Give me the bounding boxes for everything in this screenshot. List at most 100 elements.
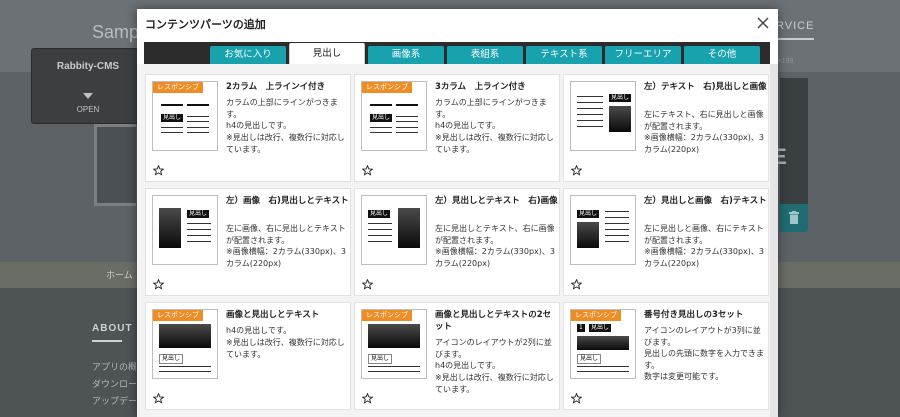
part-title: 3カラム 上ライン付き [435, 82, 526, 92]
part-thumbnail: レスポンシブ 1 見出し 見出し [570, 309, 636, 379]
part-card-2col-top-line[interactable]: レスポンシブ 見出し 2カラム 上ラインイ付き カラムの上部にラインがつきます。… [145, 74, 351, 182]
tab-favorites[interactable]: お気に入り [210, 46, 286, 64]
nav-item-service: RVICE [776, 20, 815, 40]
part-card-3col-top-line[interactable]: レスポンシブ 見出し 3カラム 上ライン付き カラムの上部にラインがつきます。 … [354, 74, 560, 182]
part-description: アイコンのレイアウトが2列に並びます。 [435, 338, 552, 359]
part-thumbnail: レスポンシブ 見出し [152, 81, 218, 151]
heading-label: 見出し [187, 210, 210, 218]
star-icon[interactable] [571, 279, 582, 290]
star-icon[interactable] [153, 393, 164, 404]
part-card-heading-text-left-image-right[interactable]: 見出し 左）見出しとテキスト 右)画像 左に見出しとテキスト、右に画像が配置され… [354, 188, 560, 296]
part-title: 2カラム 上ラインイ付き [226, 82, 326, 92]
part-thumbnail: 見出し [152, 195, 218, 265]
responsive-tag: レスポンシブ [571, 310, 621, 321]
part-description: h4の見出しです。 [435, 121, 501, 130]
heading-label: 見出し [368, 354, 393, 364]
footer-link: ダウンロー [92, 380, 136, 390]
part-description: ※見出しは改行、複数行に対応しています。 [435, 133, 554, 154]
hero-image-right [780, 78, 808, 204]
star-icon[interactable] [153, 165, 164, 176]
part-description: 見出しの先頭に数字を入力できます。 [644, 349, 764, 370]
part-title: 左）見出しと画像 右)テキスト [644, 196, 767, 206]
part-description: h4の見出しです。 [226, 326, 292, 335]
part-title: 左）テキスト 右)見出しと画像 [644, 82, 767, 92]
category-tabs: お気に入り 見出し 画像系 表組系 テキスト系 フリーエリア その他 [144, 42, 770, 65]
part-description: h4の見出しです。 [226, 121, 292, 130]
heading-label: 見出し [159, 354, 184, 364]
part-thumbnail: 見出し [570, 81, 636, 151]
part-description: カラムの上部にラインがつきます。 [435, 98, 547, 119]
heading-label: 見出し [370, 114, 393, 122]
part-description: 左に画像、右に見出しとテキストが配置されます。 [226, 224, 346, 245]
breadcrumb: ホーム [106, 271, 133, 281]
footer-link: アプリの概 [92, 363, 136, 373]
tab-images[interactable]: 画像系 [368, 46, 444, 64]
part-thumbnail: 見出し [361, 195, 427, 265]
heading-label: 見出し [161, 114, 184, 122]
heading-label: 見出し [589, 324, 612, 332]
hero-image [94, 124, 136, 206]
add-content-parts-modal: コンテンツパーツの追加 お気に入り 見出し 画像系 表組系 テキスト系 フリーエ… [137, 9, 778, 417]
modal-scrollbar[interactable] [770, 64, 778, 417]
heading-label: 見出し [609, 94, 632, 102]
responsive-tag: レスポンシブ [153, 82, 203, 93]
cms-open-label: OPEN [76, 105, 100, 114]
tab-other[interactable]: その他 [684, 46, 760, 64]
part-thumbnail: レスポンシブ 見出し [361, 309, 427, 379]
part-title: 番号付き見出しの3セット [644, 310, 744, 320]
star-icon[interactable] [571, 165, 582, 176]
part-description: ※画像横幅：2カラム(330px)、3カラム(220px) [435, 247, 555, 268]
part-card-image-left-heading-text-right[interactable]: 見出し 左）画像 右)見出しとテキスト 左に画像、右に見出しとテキストが配置され… [145, 188, 351, 296]
part-description: ※見出しは改行、複数行に対応しています。 [226, 338, 345, 359]
trash-icon [789, 211, 799, 224]
part-description: ※画像横幅：2カラム(330px)、3カラム(220px) [226, 247, 346, 268]
part-title: 画像と見出しとテキスト [226, 310, 320, 320]
part-thumbnail: 見出し [570, 195, 636, 265]
part-card-numbered-heading-3set[interactable]: レスポンシブ 1 見出し 見出し 番号付き見出しの3セット アイコンのレイアウト… [563, 302, 769, 410]
site-title: Samp [92, 22, 140, 42]
star-icon[interactable] [362, 393, 373, 404]
modal-title: コンテンツパーツの追加 [145, 18, 266, 31]
part-description: カラムの上部にラインがつきます。 [226, 98, 338, 119]
part-description: ※見出しは改行、複数行に対応しています。 [226, 133, 345, 154]
part-description: 左に見出しと画像、右にテキストが配置されます。 [644, 224, 764, 245]
footer-heading-underline [92, 340, 122, 342]
part-description: ※画像横幅：2カラム(330px)、3カラム(220px) [644, 247, 764, 268]
number-label: 1 [577, 324, 585, 332]
responsive-tag: レスポンシブ [362, 82, 412, 93]
footer-heading: ABOUT [92, 323, 133, 334]
heading-label: 見出し [577, 354, 602, 364]
part-title: 画像と見出しとテキストの2セット [435, 310, 552, 332]
part-card-image-heading-text[interactable]: レスポンシブ 見出し 画像と見出しとテキスト h4の見出しです。 ※見出しは改行… [145, 302, 351, 410]
part-description: ※見出しは改行、複数行に対応しています。 [435, 373, 554, 394]
cms-panel: Rabbity-CMS OPEN [31, 48, 145, 124]
part-description: ※画像横幅：2カラム(330px)、3カラム(220px) [644, 133, 764, 154]
tab-text[interactable]: テキスト系 [526, 46, 602, 64]
heading-label: 見出し [577, 210, 600, 218]
star-icon[interactable] [362, 165, 373, 176]
part-card-image-heading-text-2set[interactable]: レスポンシブ 見出し 画像と見出しとテキストの2セット アイコンのレイアウトが2… [354, 302, 560, 410]
responsive-tag: レスポンシブ [153, 310, 203, 321]
tab-headings[interactable]: 見出し [289, 43, 365, 65]
part-card-heading-image-left-text-right[interactable]: 見出し 左）見出しと画像 右)テキスト 左に見出しと画像、右にテキストが配置され… [563, 188, 769, 296]
tab-tables[interactable]: 表組系 [447, 46, 523, 64]
parts-grid: レスポンシブ 見出し 2カラム 上ラインイ付き カラムの上部にラインがつきます。… [137, 64, 778, 417]
part-description: 左に見出しとテキスト、右に画像が配置されます。 [435, 224, 555, 245]
close-icon[interactable] [755, 15, 771, 31]
chevron-down-icon [83, 93, 93, 99]
cms-logo: Rabbity-CMS [56, 61, 120, 72]
part-thumbnail: レスポンシブ 見出し [152, 309, 218, 379]
part-description: 数字は変更可能です。 [644, 372, 724, 381]
part-title: 左）画像 右)見出しとテキスト [226, 196, 349, 206]
heading-label: 見出し [368, 210, 391, 218]
part-card-text-left-heading-image-right[interactable]: 見出し 左）テキスト 右)見出しと画像 左にテキスト、右に見出しと画像が配置され… [563, 74, 769, 182]
tab-free-area[interactable]: フリーエリア [605, 46, 681, 64]
part-thumbnail: レスポンシブ 見出し [361, 81, 427, 151]
footer-link: アップデー [92, 397, 136, 407]
star-icon[interactable] [153, 279, 164, 290]
delete-button [780, 204, 808, 232]
part-description: h4の見出しです。 [435, 361, 501, 370]
star-icon[interactable] [571, 393, 582, 404]
star-icon[interactable] [362, 279, 373, 290]
part-description: アイコンのレイアウトが3列に並びます。 [644, 326, 761, 347]
